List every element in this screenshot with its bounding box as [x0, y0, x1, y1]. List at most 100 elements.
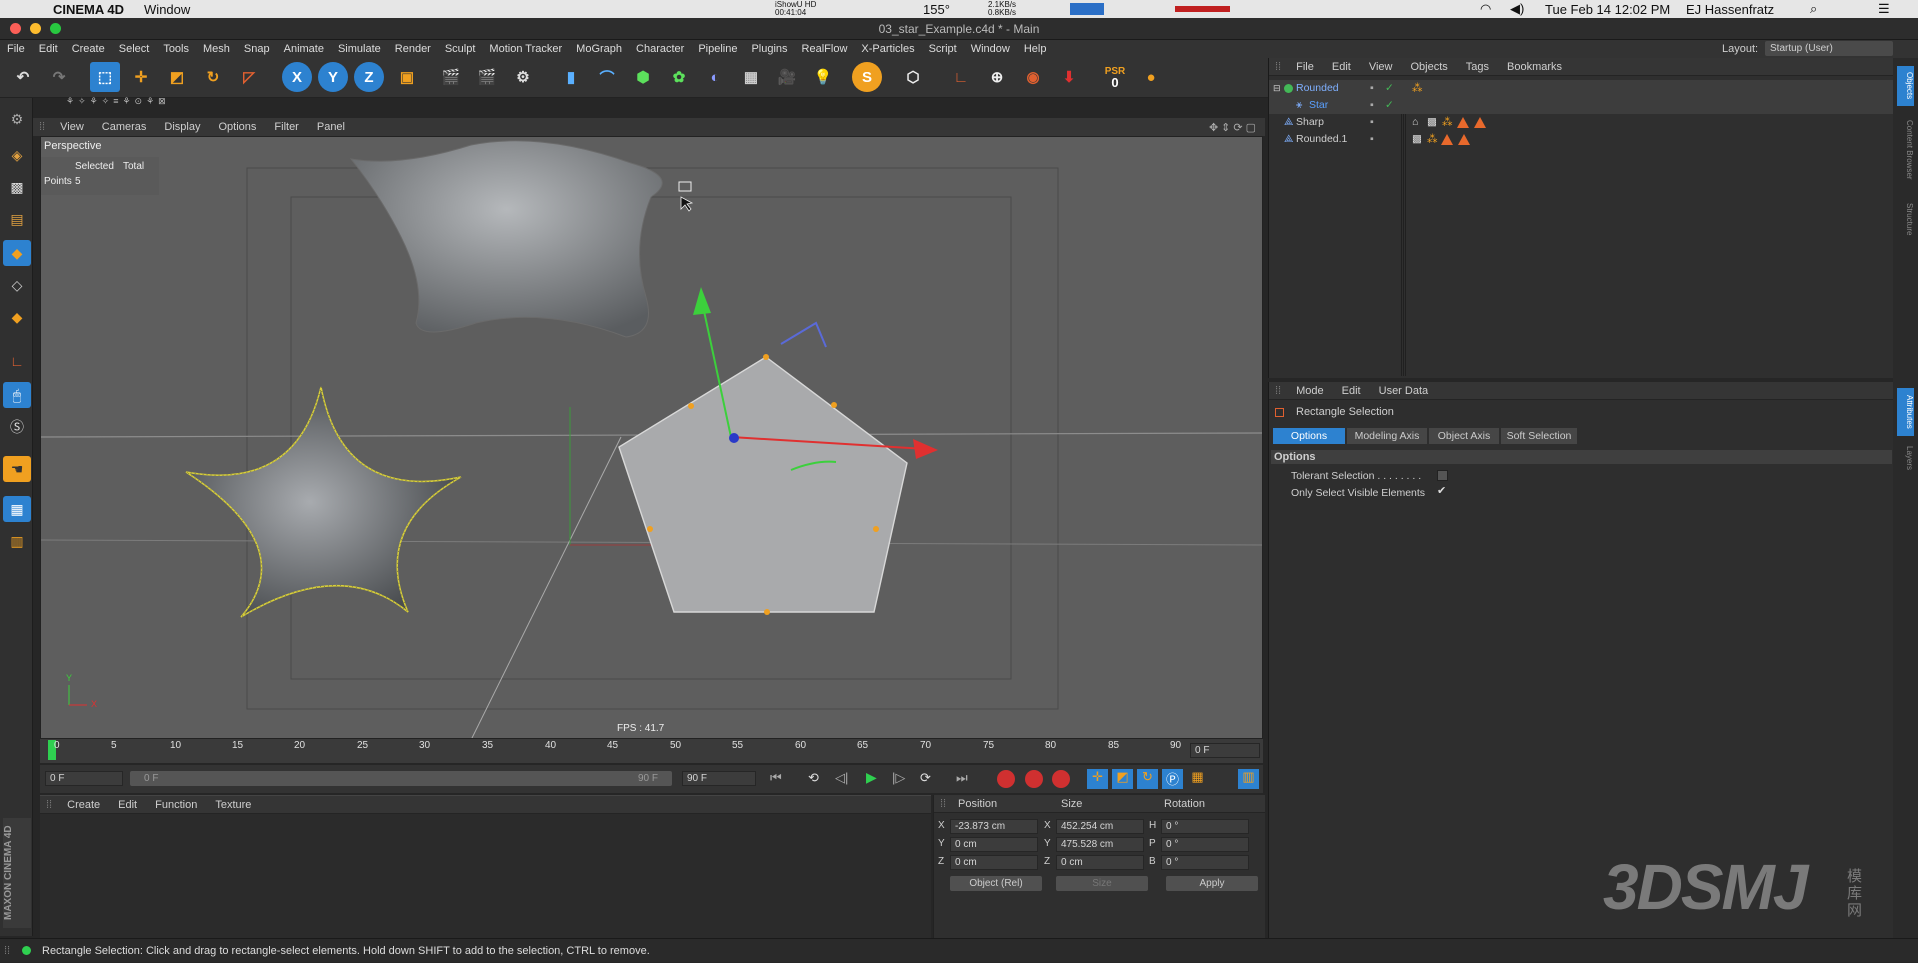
- menubar-clock[interactable]: Tue Feb 14 12:02 PM: [1545, 2, 1670, 17]
- play-icon[interactable]: ▶: [866, 769, 877, 786]
- side-tab-layers[interactable]: Layers: [1897, 440, 1914, 476]
- coordinate-system-icon[interactable]: ▣: [392, 62, 422, 92]
- tag-icon[interactable]: ⁂: [1412, 80, 1423, 97]
- editor-visibility-icon[interactable]: ▪: [1370, 114, 1374, 131]
- size-z-field[interactable]: 0 cm: [1056, 855, 1144, 870]
- z-axis-lock-button[interactable]: Z: [354, 62, 384, 92]
- object-menu-file[interactable]: File: [1287, 61, 1323, 73]
- spline-icon[interactable]: ⌒: [592, 62, 622, 92]
- menu-animate[interactable]: Animate: [277, 43, 331, 55]
- rotation-h-field[interactable]: 0 °: [1161, 819, 1249, 834]
- texture-mode-icon[interactable]: ▩: [3, 174, 31, 200]
- menu-x-particles[interactable]: X-Particles: [854, 43, 921, 55]
- close-window-button[interactable]: [10, 23, 21, 34]
- viewport-menu-cameras[interactable]: Cameras: [93, 121, 156, 133]
- checker-tag-icon[interactable]: ▩: [1427, 114, 1437, 131]
- array-icon[interactable]: ✿: [664, 62, 694, 92]
- viewport-grip[interactable]: ⁞⁞: [33, 121, 51, 133]
- timeline-ruler[interactable]: 0 5 10 15 20 25 30 35 40 45 50 55 60 65 …: [40, 739, 1263, 763]
- move-tool-icon[interactable]: ✛: [126, 62, 156, 92]
- menu-realflow[interactable]: RealFlow: [795, 43, 855, 55]
- size-mode-select[interactable]: Size: [1056, 876, 1148, 891]
- menu-sculpt[interactable]: Sculpt: [438, 43, 483, 55]
- keyframe-selection-icon[interactable]: [1052, 770, 1070, 788]
- step-forward-icon[interactable]: |▷: [892, 770, 905, 786]
- snap-icon[interactable]: Ⓢ: [3, 414, 31, 440]
- export-icon[interactable]: ⬇: [1054, 62, 1084, 92]
- editor-visibility-icon[interactable]: ▪: [1370, 80, 1374, 97]
- object-menu-bookmarks[interactable]: Bookmarks: [1498, 61, 1571, 73]
- side-tab-objects[interactable]: Objects: [1897, 66, 1914, 106]
- attr-menu-mode[interactable]: Mode: [1287, 385, 1333, 397]
- menu-edit[interactable]: Edit: [32, 43, 65, 55]
- workplane-icon[interactable]: ∟: [946, 62, 976, 92]
- phong-tag-icon-2[interactable]: [1458, 134, 1470, 145]
- tab-modeling-axis[interactable]: Modeling Axis: [1347, 428, 1427, 444]
- menu-character[interactable]: Character: [629, 43, 691, 55]
- scale-tool-icon[interactable]: ◩: [162, 62, 192, 92]
- menu-window[interactable]: Window: [964, 43, 1017, 55]
- menu-script[interactable]: Script: [922, 43, 964, 55]
- size-x-field[interactable]: 452.254 cm: [1056, 819, 1144, 834]
- points-mode-icon[interactable]: ◆: [3, 240, 31, 266]
- editor-visibility-icon[interactable]: ▪: [1370, 97, 1374, 114]
- lock-workplane-icon[interactable]: ▥: [3, 528, 31, 554]
- menubar-user[interactable]: EJ Hassenfratz: [1686, 2, 1774, 17]
- options-section-header[interactable]: Options: [1271, 450, 1892, 464]
- object-row-sharp[interactable]: ⟁ Sharp ▪ ⌂ ▩ ⁂: [1269, 114, 1894, 131]
- volume-icon[interactable]: ◀): [1510, 1, 1524, 17]
- auto-key-icon[interactable]: [1025, 770, 1043, 788]
- menu-snap[interactable]: Snap: [237, 43, 277, 55]
- loop-icon[interactable]: ⟲: [808, 770, 819, 786]
- coord-mode-select[interactable]: Object (Rel): [950, 876, 1042, 891]
- object-row-rounded[interactable]: ⊟ Rounded ▪ ✓ ⁂: [1269, 80, 1894, 97]
- phong-tag-icon[interactable]: [1441, 134, 1453, 145]
- material-menu-create[interactable]: Create: [58, 799, 109, 811]
- enable-axis-icon[interactable]: ◉: [1018, 62, 1048, 92]
- notification-icon[interactable]: ☰: [1878, 1, 1890, 17]
- enable-check-icon[interactable]: ✓: [1385, 97, 1394, 114]
- key-rotation-icon[interactable]: ↻: [1137, 769, 1158, 789]
- axis-mode-icon[interactable]: ∟: [3, 348, 31, 374]
- visible-elements-checkbox[interactable]: ✔: [1437, 486, 1448, 497]
- tweak-mode-icon[interactable]: 🖱: [3, 382, 31, 408]
- menu-tools[interactable]: Tools: [156, 43, 196, 55]
- key-param-icon[interactable]: Ⓟ: [1162, 769, 1183, 789]
- key-position-icon[interactable]: ✛: [1087, 769, 1108, 789]
- object-name[interactable]: Rounded.1: [1296, 131, 1347, 148]
- light-icon[interactable]: 💡: [808, 62, 838, 92]
- tolerant-selection-checkbox[interactable]: [1437, 470, 1448, 481]
- menu-render[interactable]: Render: [388, 43, 438, 55]
- menu-create[interactable]: Create: [65, 43, 112, 55]
- viewport-nav-icons[interactable]: ✥⇕⟳▢: [1209, 121, 1259, 134]
- apply-button[interactable]: Apply: [1166, 876, 1258, 891]
- menu-plugins[interactable]: Plugins: [744, 43, 794, 55]
- loop-forward-icon[interactable]: ⟳: [920, 770, 931, 786]
- material-menu-texture[interactable]: Texture: [206, 799, 260, 811]
- point-tag-icon[interactable]: ⁂: [1427, 131, 1438, 148]
- redo-icon[interactable]: ↷: [44, 62, 74, 92]
- object-grip[interactable]: ⁞⁞: [1269, 61, 1287, 73]
- undo-icon[interactable]: ↶: [8, 62, 38, 92]
- render-view-icon[interactable]: 🎬: [436, 62, 466, 92]
- menu-mograph[interactable]: MoGraph: [569, 43, 629, 55]
- psr-button[interactable]: PSR 0: [1100, 62, 1130, 92]
- step-back-icon[interactable]: ◁|: [835, 770, 848, 786]
- attr-menu-user-data[interactable]: User Data: [1370, 385, 1438, 397]
- side-tab-structure[interactable]: Structure: [1897, 194, 1914, 244]
- soft-selection-icon[interactable]: ☚: [3, 456, 31, 482]
- axis-center-icon[interactable]: ⊕: [982, 62, 1012, 92]
- tab-options[interactable]: Options: [1273, 428, 1345, 444]
- floor-icon[interactable]: ▦: [736, 62, 766, 92]
- snap-plugin-icon[interactable]: S: [852, 62, 882, 92]
- phong-tag-icon-2[interactable]: [1474, 117, 1486, 128]
- object-name[interactable]: Sharp: [1296, 114, 1324, 131]
- menu-file[interactable]: File: [0, 43, 32, 55]
- model-mode-icon[interactable]: ◈: [3, 142, 31, 168]
- checker-tag-icon[interactable]: ▩: [1412, 131, 1422, 148]
- key-scale-icon[interactable]: ◩: [1112, 769, 1133, 789]
- position-y-field[interactable]: 0 cm: [950, 837, 1038, 852]
- deformer-icon[interactable]: ◐: [700, 62, 730, 92]
- viewport-menu-display[interactable]: Display: [155, 121, 209, 133]
- workplane-mode-icon[interactable]: ▤: [3, 206, 31, 232]
